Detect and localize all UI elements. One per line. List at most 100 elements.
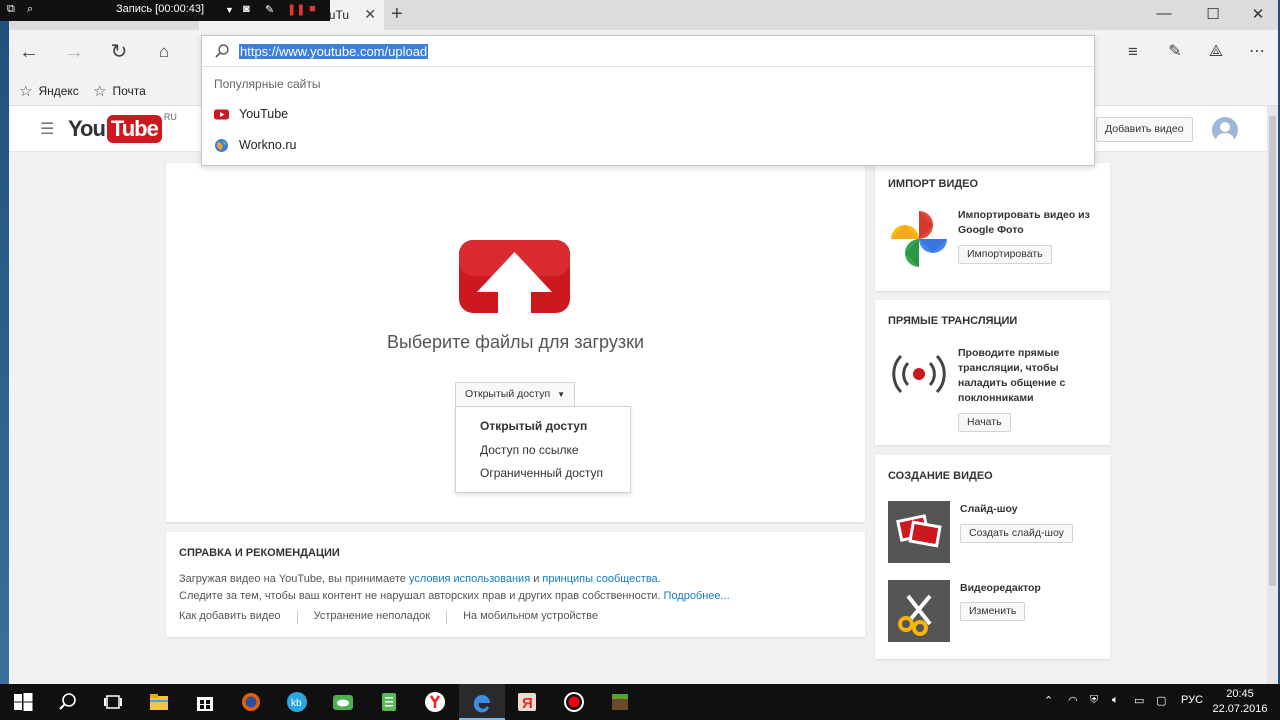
suggestion-workno[interactable]: Workno.ru [202, 130, 1094, 160]
start-icon[interactable] [12, 691, 34, 713]
editor-label: Видеоредактор [960, 582, 1041, 594]
scrollbar-thumb[interactable] [1269, 116, 1276, 586]
volume-icon[interactable]: 🔈︎ [1112, 694, 1119, 707]
recorder-toolbar: ⧉ ⌕ Запись [00:00:43] ▼ ◙ ✎ ❚❚ ■ [0, 0, 330, 21]
editor-change-button[interactable]: Изменить [960, 602, 1026, 621]
taskbar: kb Я ⌃ ◠ ⛨ 🔈︎ ▭ ▢ РУС 20:45 22.07.2016 [0, 684, 1280, 720]
star-icon: ☆ [93, 83, 107, 100]
live-broadcast-icon [892, 354, 946, 394]
caret-down-icon: ▼ [557, 390, 565, 399]
suggestion-youtube[interactable]: YouTube [202, 99, 1094, 129]
favorite-mail[interactable]: ☆ Почта [93, 82, 146, 100]
privacy-menu: Открытый доступ Доступ по ссылке Огранич… [455, 406, 631, 493]
logo-tube: Tube [106, 115, 162, 143]
terms-link[interactable]: условия использования [409, 573, 530, 585]
youtube-logo[interactable]: You Tube RU [68, 112, 177, 143]
live-card: ПРЯМЫЕ ТРАНСЛЯЦИИ Проводите прямые транс… [875, 300, 1110, 445]
pencil-icon[interactable]: ✎ [265, 3, 274, 16]
tray-chevron-icon[interactable]: ⌃ [1044, 694, 1053, 707]
close-window-icon[interactable]: ✕ [1248, 5, 1268, 23]
favorite-yandex[interactable]: ☆ Яндекс [19, 82, 79, 100]
upload-title: Выберите файлы для загрузки [386, 332, 645, 352]
help-title: СПРАВКА И РЕКОМЕНДАЦИИ [179, 547, 340, 559]
help-text: . [657, 573, 661, 585]
help-text: и [530, 573, 543, 585]
recorder-app-icon[interactable] [563, 691, 585, 713]
recorder-window-icon[interactable]: ⧉ [7, 3, 15, 16]
favorite-label: Яндекс [38, 84, 79, 98]
editor-thumbnail[interactable] [888, 580, 950, 642]
recorder-dropdown-icon[interactable]: ▼ [225, 5, 234, 15]
mobile-upload-link[interactable]: На мобильном устройстве [463, 610, 614, 624]
hub-icon[interactable]: ≡ [1121, 40, 1145, 64]
help-terms-line: Загружая видео на YouTube, вы принимаете… [179, 573, 661, 585]
youtube-page: ☰ You Tube RU Добавить видео Выберите фа… [9, 106, 1267, 684]
privacy-selected-label: Открытый доступ [465, 388, 551, 400]
recorder-title: Запись [00:00:43] [116, 3, 205, 15]
create-slideshow-button[interactable]: Создать слайд-шоу [960, 524, 1073, 543]
add-video-button[interactable]: Добавить видео [1096, 117, 1193, 142]
web-note-icon[interactable]: ✎ [1163, 40, 1187, 64]
camera-icon[interactable]: ◙ [243, 3, 250, 15]
clock-date: 22.07.2016 [1212, 703, 1268, 715]
home-icon[interactable]: ⌂ [152, 40, 176, 64]
forward-icon[interactable]: → [62, 40, 86, 64]
upload-card: Выберите файлы для загрузки Открытый дос… [166, 163, 865, 522]
address-bar[interactable]: https://www.youtube.com/upload [202, 36, 1094, 67]
logo-you: You [68, 116, 106, 141]
maximize-icon[interactable]: ☐ [1203, 5, 1223, 23]
minimize-icon[interactable]: — [1154, 5, 1174, 22]
notification-icon[interactable]: ▢ [1156, 694, 1166, 707]
how-to-upload-link[interactable]: Как добавить видео [179, 610, 298, 624]
store-icon[interactable] [194, 691, 216, 713]
pause-icon[interactable]: ❚❚ [287, 3, 305, 16]
privacy-option-private[interactable]: Ограниченный доступ [456, 462, 630, 486]
privacy-option-unlisted[interactable]: Доступ по ссылке [456, 439, 630, 463]
import-title: ИМПОРТ ВИДЕО [888, 178, 979, 190]
back-icon[interactable]: ← [17, 40, 41, 64]
yandex-browser-icon[interactable] [424, 691, 446, 713]
new-tab-icon[interactable]: + [391, 3, 403, 26]
network-icon[interactable]: ◠ [1068, 694, 1078, 707]
kb-app-icon[interactable]: kb [286, 691, 308, 713]
troubleshooting-link[interactable]: Устранение неполадок [314, 610, 448, 624]
upload-arrow-icon[interactable] [459, 240, 570, 313]
menu-icon[interactable]: ☰ [40, 119, 54, 139]
search-taskbar-icon[interactable] [57, 691, 79, 713]
share-icon[interactable]: ⟁ [1204, 40, 1228, 64]
help-copyright-line: Следите за тем, чтобы ваш контент не нар… [179, 590, 730, 602]
guidelines-link[interactable]: принципы сообщества [542, 573, 657, 585]
refresh-icon[interactable]: ↻ [107, 40, 131, 64]
avatar-body [1216, 133, 1234, 143]
language-indicator[interactable]: РУС [1181, 694, 1203, 706]
slideshow-label: Слайд-шоу [960, 503, 1018, 515]
tab-close-icon[interactable]: ✕ [364, 6, 376, 23]
import-button[interactable]: Импортировать [958, 245, 1052, 264]
avatar[interactable] [1212, 117, 1238, 143]
create-card: СОЗДАНИЕ ВИДЕО Слайд-шоу Создать слайд-ш… [875, 455, 1110, 659]
cloud-app-icon[interactable] [332, 691, 354, 713]
help-card: СПРАВКА И РЕКОМЕНДАЦИИ Загружая видео на… [166, 532, 865, 637]
privacy-dropdown[interactable]: Открытый доступ ▼ [455, 382, 575, 407]
notes-app-icon[interactable] [378, 691, 400, 713]
stop-icon[interactable]: ■ [309, 3, 316, 15]
battery-icon[interactable]: ▭ [1134, 694, 1144, 707]
firefox-icon[interactable] [240, 691, 262, 713]
live-start-button[interactable]: Начать [958, 413, 1011, 432]
privacy-option-public[interactable]: Открытый доступ [456, 415, 630, 439]
globe-icon [215, 138, 228, 152]
address-url[interactable]: https://www.youtube.com/upload [239, 44, 429, 59]
clock[interactable]: 20:45 22.07.2016 [1208, 687, 1272, 717]
more-link[interactable]: Подробнее... [664, 590, 730, 602]
edge-icon[interactable] [471, 691, 493, 713]
minecraft-icon[interactable] [609, 691, 631, 713]
recorder-zoom-icon[interactable]: ⌕ [27, 3, 33, 16]
slideshow-thumbnail[interactable] [888, 501, 950, 563]
avatar-head [1220, 122, 1230, 132]
task-view-icon[interactable] [102, 691, 124, 713]
file-explorer-icon[interactable] [148, 691, 170, 713]
yandex-app-icon[interactable]: Я [516, 691, 538, 713]
antivirus-icon[interactable]: ⛨ [1090, 694, 1098, 707]
page-scrollbar[interactable] [1267, 106, 1278, 684]
more-icon[interactable]: ⋯ [1245, 40, 1269, 64]
